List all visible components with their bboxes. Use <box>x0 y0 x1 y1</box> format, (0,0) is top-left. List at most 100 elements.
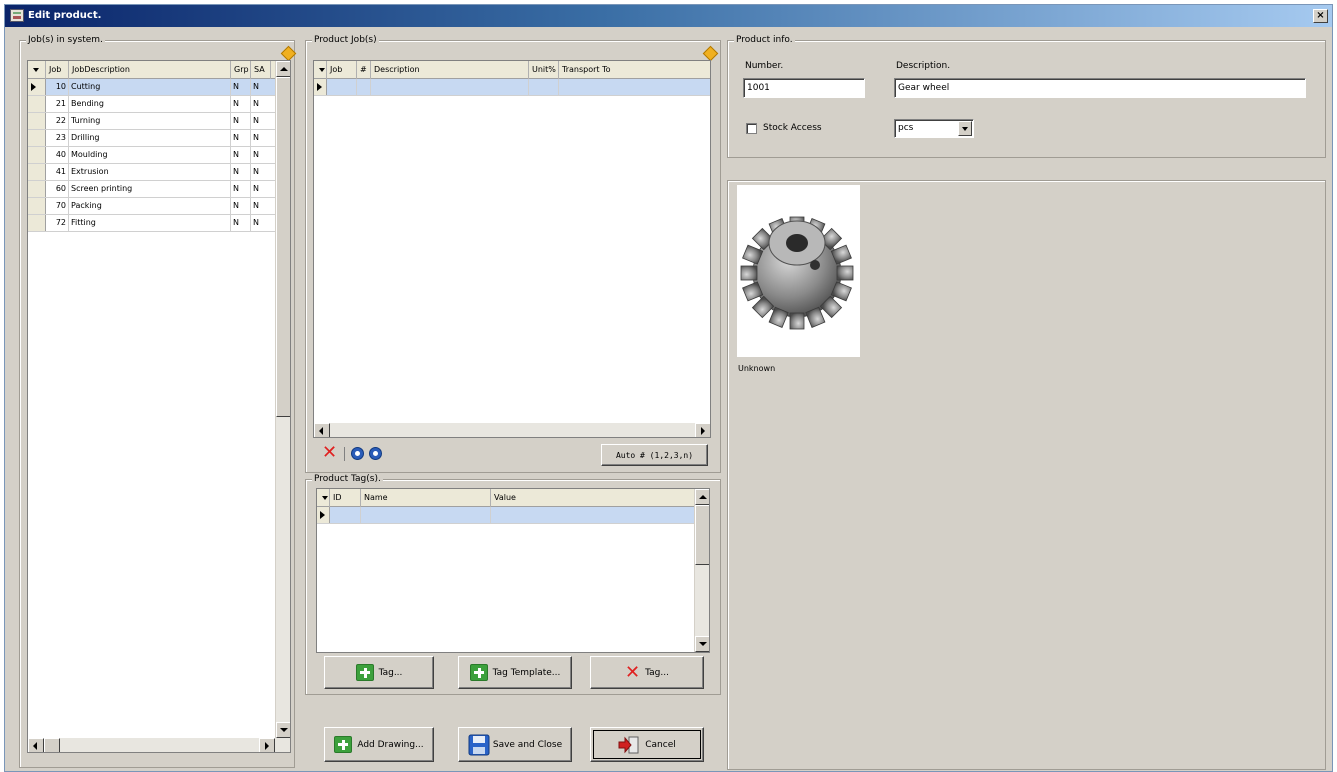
table-row[interactable] <box>317 507 695 524</box>
jobs-horizontal-scrollbar[interactable] <box>28 738 290 752</box>
tag-template-button[interactable]: Tag Template... <box>458 656 572 689</box>
table-row[interactable]: 10 Cutting N N <box>28 79 276 96</box>
col-jobdescription[interactable]: JobDescription <box>69 61 231 79</box>
cell[interactable] <box>330 507 361 523</box>
title-bar[interactable]: Edit product. × <box>5 5 1332 27</box>
cell-job[interactable]: 22 <box>46 113 69 129</box>
cell-grp[interactable]: N <box>231 164 251 180</box>
scroll-down-button[interactable] <box>695 636 709 652</box>
drawing-thumbnail[interactable] <box>737 185 860 357</box>
table-row[interactable]: 22 Turning N N <box>28 113 276 130</box>
jobs-vertical-scrollbar[interactable] <box>275 61 290 738</box>
cell-description[interactable]: Packing <box>69 198 231 214</box>
cell-job[interactable]: 72 <box>46 215 69 231</box>
delete-tag-button[interactable]: ✕ Tag... <box>590 656 704 689</box>
table-row[interactable] <box>314 79 710 96</box>
cell-job[interactable]: 23 <box>46 130 69 146</box>
cell-job[interactable]: 40 <box>46 147 69 163</box>
cell-grp[interactable]: N <box>231 79 251 95</box>
scroll-right-button[interactable] <box>259 738 275 752</box>
pin-icon[interactable] <box>704 47 715 58</box>
cell-grp[interactable]: N <box>231 215 251 231</box>
cell-description[interactable]: Turning <box>69 113 231 129</box>
unit-select[interactable]: pcs <box>894 119 974 138</box>
col-sa[interactable]: SA <box>251 61 271 79</box>
col-description[interactable]: Description <box>371 61 529 79</box>
cell-description[interactable]: Screen printing <box>69 181 231 197</box>
cell[interactable] <box>529 79 559 95</box>
cell-description[interactable]: Cutting <box>69 79 231 95</box>
table-row[interactable]: 40 Moulding N N <box>28 147 276 164</box>
col-job[interactable]: Job <box>327 61 357 79</box>
cell-description[interactable]: Bending <box>69 96 231 112</box>
product-jobs-grid[interactable]: Job # Description Unit% Transport To <box>313 60 711 438</box>
description-field[interactable]: Gear wheel <box>894 78 1306 98</box>
move-down-icon[interactable] <box>369 447 382 460</box>
move-up-icon[interactable] <box>351 447 364 460</box>
cell-sa[interactable]: N <box>251 113 276 129</box>
scroll-thumb[interactable] <box>276 77 290 417</box>
scroll-down-button[interactable] <box>276 722 290 738</box>
cell-description[interactable]: Drilling <box>69 130 231 146</box>
cell-sa[interactable]: N <box>251 130 276 146</box>
cell[interactable] <box>327 79 357 95</box>
table-row[interactable]: 60 Screen printing N N <box>28 181 276 198</box>
col-job[interactable]: Job <box>46 61 69 79</box>
scroll-up-button[interactable] <box>695 489 709 505</box>
cell-sa[interactable]: N <box>251 79 276 95</box>
cell-job[interactable]: 21 <box>46 96 69 112</box>
scroll-right-button[interactable] <box>695 423 710 437</box>
column-chooser[interactable] <box>28 61 46 79</box>
cell-grp[interactable]: N <box>231 198 251 214</box>
cell-job[interactable]: 41 <box>46 164 69 180</box>
table-row[interactable]: 41 Extrusion N N <box>28 164 276 181</box>
stock-access-checkbox[interactable] <box>746 123 757 134</box>
cell-sa[interactable]: N <box>251 215 276 231</box>
cell-job[interactable]: 70 <box>46 198 69 214</box>
tags-vertical-scrollbar[interactable] <box>694 489 709 652</box>
cell[interactable] <box>491 507 695 523</box>
add-tag-button[interactable]: Tag... <box>324 656 434 689</box>
col-transport-to[interactable]: Transport To <box>559 61 710 79</box>
col-id[interactable]: ID <box>330 489 361 507</box>
scroll-up-button[interactable] <box>276 61 290 77</box>
cell-description[interactable]: Extrusion <box>69 164 231 180</box>
delete-job-icon[interactable]: ✕ <box>322 444 337 462</box>
cell-sa[interactable]: N <box>251 147 276 163</box>
table-row[interactable]: 21 Bending N N <box>28 96 276 113</box>
col-number[interactable]: # <box>357 61 371 79</box>
jobs-in-system-grid[interactable]: Job JobDescription Grp SA 10 Cutting N N 21 B… <box>27 60 291 753</box>
save-and-close-button[interactable]: Save and Close <box>458 727 572 762</box>
scroll-left-button[interactable] <box>314 423 330 437</box>
cell-grp[interactable]: N <box>231 147 251 163</box>
table-row[interactable]: 23 Drilling N N <box>28 130 276 147</box>
cell-description[interactable]: Moulding <box>69 147 231 163</box>
cell[interactable] <box>361 507 491 523</box>
scroll-left-button[interactable] <box>28 738 44 752</box>
chevron-down-icon[interactable] <box>958 121 972 136</box>
table-row[interactable]: 72 Fitting N N <box>28 215 276 232</box>
number-field[interactable]: 1001 <box>743 78 865 98</box>
col-grp[interactable]: Grp <box>231 61 251 79</box>
table-row[interactable]: 70 Packing N N <box>28 198 276 215</box>
close-button[interactable]: × <box>1313 9 1328 23</box>
product-jobs-horizontal-scrollbar[interactable] <box>314 423 710 437</box>
auto-number-button[interactable]: Auto # (1,2,3,n) <box>601 444 708 466</box>
cell-grp[interactable]: N <box>231 113 251 129</box>
cell-grp[interactable]: N <box>231 181 251 197</box>
cell[interactable] <box>357 79 371 95</box>
cell-description[interactable]: Fitting <box>69 215 231 231</box>
cell-sa[interactable]: N <box>251 198 276 214</box>
cell-sa[interactable]: N <box>251 96 276 112</box>
col-unit[interactable]: Unit% <box>529 61 559 79</box>
product-tags-grid[interactable]: ID Name Value <box>316 488 710 653</box>
cell-job[interactable]: 60 <box>46 181 69 197</box>
cell-grp[interactable]: N <box>231 96 251 112</box>
column-chooser[interactable] <box>314 61 327 79</box>
add-drawing-button[interactable]: Add Drawing... <box>324 727 434 762</box>
scroll-thumb[interactable] <box>44 738 60 752</box>
col-value[interactable]: Value <box>491 489 695 507</box>
cell-sa[interactable]: N <box>251 164 276 180</box>
pin-icon[interactable] <box>282 47 293 58</box>
cell-grp[interactable]: N <box>231 130 251 146</box>
